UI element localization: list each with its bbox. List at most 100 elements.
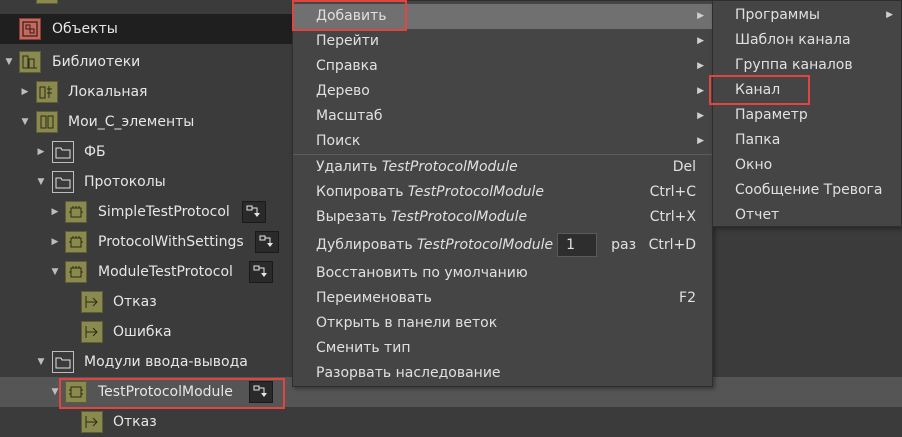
submenu-item-folder[interactable]: Папка [713,128,901,153]
menu-item-label: Программы [735,7,820,23]
chevron-down-icon[interactable]: ▼ [35,347,47,377]
chevron-down-icon[interactable]: ▼ [3,47,15,77]
submenu-item-alarm-message[interactable]: Сообщение Тревога [713,178,901,203]
tree-label-failure-2: Отказ [113,414,157,430]
duplicate-count-input[interactable]: 1 [557,233,598,257]
menu-item-add[interactable]: Добавить ▶ [293,4,712,29]
context-menu: Добавить ▶ Перейти ▶ Справка ▶ Дерево ▶ … [292,0,713,387]
event-icon [81,291,103,313]
menu-item-change-type[interactable]: Сменить тип [293,336,712,361]
menu-item-label: Добавить [316,8,387,24]
chevron-down-icon[interactable]: ▼ [49,377,61,407]
submenu-item-parameter[interactable]: Параметр [713,103,901,128]
menu-item-label: Группа каналов [735,57,853,73]
tree-label-io-modules: Модули ввода-вывода [84,354,248,370]
menu-item-open-branch-panel[interactable]: Открыть в панели веток [293,311,712,336]
tree-label-protocols: Протоколы [84,174,166,190]
inherit-icon[interactable] [249,381,273,403]
menu-item-label: Дерево [316,83,370,99]
menu-item-label: Масштаб [316,108,383,124]
menu-item-label: Шаблон канала [735,32,851,48]
submenu-item-channel[interactable]: Канал [713,78,901,103]
menu-item-scale[interactable]: Масштаб ▶ [293,104,712,129]
submenu-item-window[interactable]: Окно [713,153,901,178]
tree-label-fb: ФБ [84,144,106,160]
chevron-down-icon[interactable]: ▼ [49,257,61,287]
submenu-item-channel-template[interactable]: Шаблон канала [713,28,901,53]
menu-item-label: Вырезать TestProtocolModule [316,205,527,230]
chevron-down-icon[interactable]: ▼ [35,167,47,197]
menu-item-delete[interactable]: Удалить TestProtocolModule Del [293,155,712,180]
menu-item-tree[interactable]: Дерево ▶ [293,79,712,104]
tree-label-test-protocol-module: TestProtocolModule [98,384,233,400]
menu-item-duplicate[interactable]: Дублировать TestProtocolModule 1 раз Ctrl+… [293,231,712,259]
tree-label-local: Локальная [68,84,148,100]
chevron-right-icon: ▶ [697,111,704,121]
duplicate-prefix: Дублировать [316,237,413,253]
shortcut-label: Del [672,159,696,175]
tree-label-error: Ошибка [113,324,172,340]
menu-item-copy[interactable]: Копировать TestProtocolModule Ctrl+C [293,180,712,205]
menu-item-label: Восстановить по умолчанию [316,265,528,281]
menu-item-break-inheritance[interactable]: Разорвать наследование [293,361,712,386]
tree-label-libraries: Библиотеки [52,54,141,70]
target-name: TestProtocolModule [391,209,528,225]
menu-item-goto[interactable]: Перейти ▶ [293,29,712,54]
chevron-right-icon[interactable]: ▶ [49,227,61,257]
menu-item-cut[interactable]: Вырезать TestProtocolModule Ctrl+X [293,205,712,230]
copy-prefix: Копировать [316,184,404,200]
chevron-right-icon[interactable]: ▶ [35,137,47,167]
event-icon [81,411,103,433]
tree-label-objects: Объекты [52,21,118,37]
protocol-icon [65,231,87,253]
submenu-item-programs[interactable]: Программы ▶ [713,3,901,28]
menu-item-label: Окно [735,157,773,173]
chevron-right-icon[interactable]: ▶ [19,77,31,107]
submenu-item-report[interactable]: Отчет [713,203,901,228]
menu-item-label: Копировать TestProtocolModule [316,180,544,205]
tree-label-simple-test-protocol: SimpleTestProtocol [98,204,230,220]
menu-item-rename[interactable]: Переименовать F2 [293,286,712,311]
target-name: TestProtocolModule [381,159,518,175]
menu-item-label: Переименовать [316,290,432,306]
chevron-right-icon: ▶ [697,11,704,21]
local-library-icon [36,81,58,103]
tree-row-failure-2[interactable]: Отказ [0,407,902,437]
menu-item-label: Сменить тип [316,340,411,356]
tree-label-protocol-with-settings: ProtocolWithSettings [98,234,244,250]
tree-label-module-test-protocol: ModuleTestProtocol [98,264,233,280]
menu-item-restore-default[interactable]: Восстановить по умолчанию [293,261,712,286]
folder-icon [52,171,74,193]
menu-item-help[interactable]: Справка ▶ [293,54,712,79]
chevron-right-icon: ▶ [697,36,704,46]
chevron-right-icon: ▶ [886,10,893,20]
menu-item-label: Поиск [316,133,361,149]
target-name: TestProtocolModule [417,237,554,253]
menu-item-search[interactable]: Поиск ▶ [293,129,712,154]
chevron-right-icon: ▶ [697,86,704,96]
submenu-item-channel-group[interactable]: Группа каналов [713,53,901,78]
library-icon [19,51,41,73]
chevron-down-icon[interactable]: ▼ [19,107,31,137]
library-icon [36,111,58,133]
chevron-right-icon: ▶ [697,61,704,71]
duplicate-suffix: раз [611,237,637,253]
menu-item-label: Параметр [735,107,808,123]
cut-prefix: Вырезать [316,209,387,225]
shortcut-label: Ctrl+X [649,209,696,225]
shortcut-label: Ctrl+C [649,184,696,200]
menu-item-label: Папка [735,132,781,148]
protocol-icon [65,261,87,283]
delete-prefix: Удалить [316,159,378,175]
inherit-icon[interactable] [255,231,279,253]
inherit-icon[interactable] [249,261,273,283]
menu-item-label: Разорвать наследование [316,365,501,381]
module-icon [65,381,87,403]
objects-icon [19,18,41,40]
menu-item-label: Перейти [316,33,379,49]
event-icon [81,321,103,343]
chevron-right-icon[interactable]: ▶ [49,197,61,227]
folder-icon [52,141,74,163]
inherit-icon[interactable] [242,201,266,223]
target-name: TestProtocolModule [407,184,545,200]
